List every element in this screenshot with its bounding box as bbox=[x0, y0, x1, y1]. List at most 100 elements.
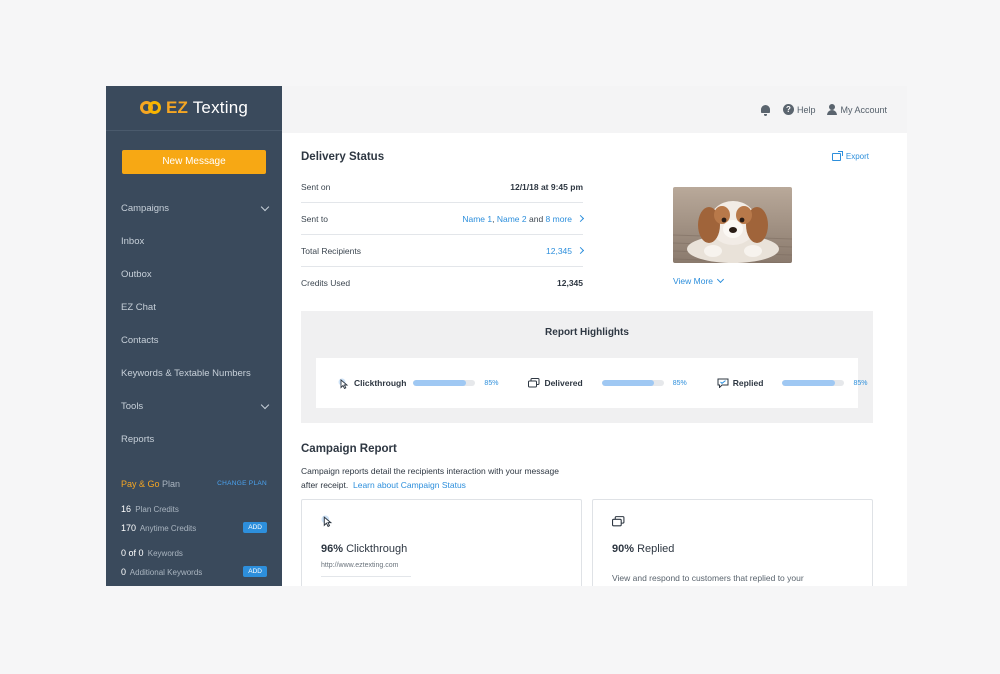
sidebar-item-label: Outbox bbox=[121, 269, 152, 280]
progress-bar bbox=[413, 380, 476, 386]
sidebar-item-label: Contacts bbox=[121, 335, 159, 346]
metric-percent: 85% bbox=[853, 379, 868, 387]
highlights-card: Clickthrough 85% Delivered 85% Replied 8… bbox=[316, 358, 867, 408]
my-account-button[interactable]: My Account bbox=[827, 104, 887, 115]
chevron-right-icon bbox=[576, 246, 585, 255]
messages-icon bbox=[612, 514, 625, 531]
campaign-report-title: Campaign Report bbox=[301, 443, 397, 455]
plan-panel: Pay & Go Plan CHANGE PLAN 16 Plan Credit… bbox=[106, 474, 282, 581]
export-label: Export bbox=[845, 152, 869, 161]
additional-keywords: 0 Additional Keywords bbox=[121, 566, 203, 577]
progress-fill bbox=[782, 380, 836, 386]
sidebar-item-campaigns[interactable]: Campaigns bbox=[106, 192, 282, 225]
delivery-status-title: Delivery Status bbox=[301, 151, 385, 163]
metric-label: Replied bbox=[732, 378, 764, 388]
total-recipients-label: Total Recipients bbox=[301, 245, 362, 256]
replied-description: View and respond to customers that repli… bbox=[612, 573, 804, 583]
sidebar-item-ez-chat[interactable]: EZ Chat bbox=[106, 291, 282, 324]
campaign-report-description: Campaign reports detail the recipients i… bbox=[301, 464, 571, 492]
anytime-credits: 170 Anytime Credits bbox=[121, 522, 197, 533]
top-bar: ? Help My Account bbox=[282, 86, 907, 133]
help-button[interactable]: ? Help bbox=[782, 104, 816, 115]
view-more-label: View More bbox=[673, 276, 713, 286]
sidebar-item-keywords[interactable]: Keywords & Textable Numbers bbox=[106, 357, 282, 390]
logo-text: EZ Texting bbox=[165, 98, 248, 117]
sidebar-item-reports[interactable]: Reports bbox=[106, 423, 282, 456]
cursor-icon bbox=[338, 378, 349, 390]
sidebar-item-label: Campaigns bbox=[121, 203, 170, 214]
chevron-down-icon bbox=[260, 400, 270, 410]
notifications-button[interactable] bbox=[760, 104, 771, 116]
plan-name: Pay & Go Plan bbox=[121, 478, 181, 489]
replied-card[interactable]: 90% Replied View and respond to customer… bbox=[592, 499, 873, 586]
sent-on-value: 12/1/18 at 9:45 pm bbox=[510, 181, 583, 192]
view-more-link[interactable]: View More bbox=[673, 275, 725, 286]
sidebar-item-contacts[interactable]: Contacts bbox=[106, 324, 282, 357]
main-content: Delivery Status Export Sent on 12/1/18 a… bbox=[282, 133, 907, 586]
reply-icon bbox=[717, 378, 729, 389]
learn-campaign-status-link[interactable]: Learn about Campaign Status bbox=[353, 480, 466, 490]
metric-percent: 85% bbox=[484, 379, 499, 387]
logo[interactable]: EZ Texting bbox=[106, 86, 282, 131]
metric-delivered: Delivered 85% bbox=[528, 378, 687, 388]
sidebar: EZ Texting New Message Campaigns Inbox O… bbox=[106, 86, 282, 586]
add-credits-button[interactable]: ADD bbox=[243, 522, 267, 533]
sent-on-row: Sent on 12/1/18 at 9:45 pm bbox=[301, 171, 583, 203]
user-icon bbox=[827, 104, 838, 115]
sidebar-item-tools[interactable]: Tools bbox=[106, 390, 282, 423]
sent-to-value: Name 1, Name 2 and 8 more bbox=[462, 214, 585, 224]
progress-fill bbox=[601, 380, 655, 386]
sidebar-item-label: EZ Chat bbox=[121, 302, 156, 313]
sent-on-label: Sent on bbox=[301, 181, 331, 192]
total-recipients-row: Total Recipients 12,345 bbox=[301, 235, 585, 267]
sidebar-item-label: Keywords & Textable Numbers bbox=[121, 368, 251, 379]
sidebar-item-label: Reports bbox=[121, 434, 155, 445]
credits-used-row: Credits Used 12,345 bbox=[301, 267, 583, 299]
bell-icon bbox=[760, 104, 771, 116]
plan-credits: 16 Plan Credits bbox=[121, 503, 179, 514]
chevron-right-icon[interactable] bbox=[576, 214, 585, 223]
cursor-icon bbox=[321, 514, 333, 531]
export-icon bbox=[831, 150, 843, 161]
help-label: Help bbox=[796, 104, 816, 115]
metric-label: Delivered bbox=[544, 378, 583, 388]
progress-bar bbox=[782, 380, 845, 386]
chevron-down-icon bbox=[260, 202, 270, 212]
sent-to-label: Sent to bbox=[301, 213, 328, 224]
new-message-button[interactable]: New Message bbox=[122, 150, 266, 174]
metric-replied: Replied 85% bbox=[717, 378, 868, 389]
message-image-puppy[interactable] bbox=[673, 187, 792, 263]
help-icon: ? bbox=[782, 104, 794, 115]
recipient-link-1[interactable]: Name 1 bbox=[462, 214, 492, 224]
clickthrough-card[interactable]: 96% Clickthrough http://www.eztexting.co… bbox=[301, 499, 582, 586]
more-recipients-link[interactable]: 8 more bbox=[546, 214, 572, 224]
sidebar-nav: Campaigns Inbox Outbox EZ Chat Contacts … bbox=[106, 192, 282, 456]
delivery-details: Sent on 12/1/18 at 9:45 pm Sent to Name … bbox=[301, 171, 585, 299]
credits-used-value: 12,345 bbox=[557, 278, 583, 288]
logo-mark-icon bbox=[139, 99, 162, 117]
sidebar-item-label: Tools bbox=[121, 401, 144, 412]
replied-stat: 90% Replied bbox=[612, 543, 675, 555]
total-recipients-link[interactable]: 12,345 bbox=[546, 245, 585, 256]
progress-fill bbox=[413, 380, 467, 386]
add-keywords-button[interactable]: ADD bbox=[243, 566, 267, 577]
recipient-link-2[interactable]: Name 2 bbox=[497, 214, 527, 224]
sidebar-item-inbox[interactable]: Inbox bbox=[106, 225, 282, 258]
report-highlights-title: Report Highlights bbox=[545, 327, 629, 338]
chevron-down-icon bbox=[716, 275, 725, 284]
metric-label: Clickthrough bbox=[354, 378, 407, 388]
sidebar-item-label: Inbox bbox=[121, 236, 145, 247]
account-label: My Account bbox=[840, 104, 887, 115]
sent-to-row: Sent to Name 1, Name 2 and 8 more bbox=[301, 203, 585, 235]
export-button[interactable]: Export bbox=[831, 150, 869, 161]
sidebar-item-outbox[interactable]: Outbox bbox=[106, 258, 282, 291]
total-recipients-value: 12,345 bbox=[546, 245, 572, 256]
metric-percent: 85% bbox=[672, 379, 687, 387]
report-highlights: Report Highlights Clickthrough 85% Deliv… bbox=[301, 311, 873, 423]
messages-icon bbox=[528, 378, 540, 388]
credits-used-label: Credits Used bbox=[301, 278, 351, 288]
progress-bar bbox=[601, 380, 664, 386]
app-window: EZ Texting New Message Campaigns Inbox O… bbox=[106, 86, 907, 586]
clickthrough-stat: 96% Clickthrough bbox=[321, 543, 408, 555]
change-plan-link[interactable]: CHANGE PLAN bbox=[217, 480, 267, 487]
